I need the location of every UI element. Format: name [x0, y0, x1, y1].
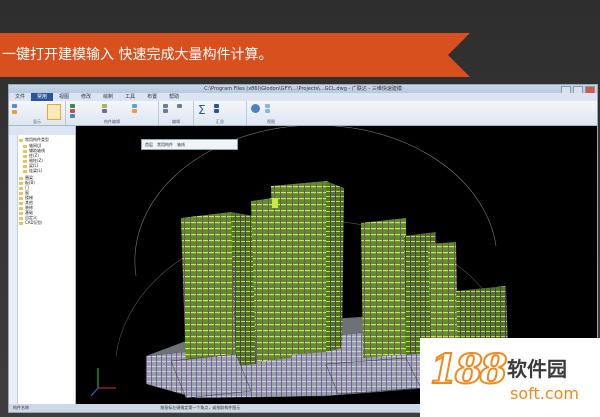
low-block — [325, 357, 422, 395]
break-icon[interactable] — [177, 104, 182, 108]
grid-icon[interactable] — [12, 110, 17, 114]
tower-a — [181, 212, 236, 372]
delete-icon[interactable] — [70, 109, 75, 113]
component-select[interactable]: 轴线 — [177, 140, 185, 149]
report-icon[interactable] — [214, 109, 219, 113]
floor-select[interactable]: 首层 — [145, 140, 153, 149]
menu-help[interactable]: 帮助 — [163, 93, 185, 101]
panel-tabs — [9, 126, 75, 135]
status-label: 构件名称 — [13, 405, 29, 410]
move-icon[interactable] — [70, 114, 75, 118]
folder-icon — [19, 221, 23, 225]
tower-c — [271, 181, 326, 356]
tower-d — [361, 218, 408, 358]
select-button[interactable] — [47, 104, 61, 120]
trim-icon[interactable] — [163, 104, 168, 108]
ribbon: 显示 构件编辑 编辑 Σ 汇总 视图 — [9, 101, 597, 126]
ribbon-group-view: 视图 — [247, 101, 295, 125]
rotate-icon[interactable] — [102, 109, 107, 113]
offset-icon[interactable] — [132, 109, 137, 113]
ribbon-group-label: 构件编辑 — [104, 119, 120, 124]
tower-c-side — [326, 181, 344, 352]
svg-text:Σ: Σ — [198, 103, 206, 117]
folder-icon — [19, 138, 23, 142]
ribbon-group-label: 编辑 — [172, 119, 180, 124]
layer-icon[interactable] — [12, 104, 17, 108]
menu-file[interactable]: 文件 — [9, 93, 31, 101]
status-hint: 按鼠标左键指定第一个角点，或拾取构件图元 — [160, 405, 241, 410]
menu-layout[interactable]: 布置 — [141, 93, 163, 101]
axis-z — [90, 387, 99, 397]
menu-view[interactable]: 视图 — [53, 93, 75, 101]
ribbon-group-label: 显示 — [33, 119, 41, 124]
panel-side-strip — [9, 135, 18, 404]
3d-view-icon[interactable] — [251, 104, 260, 113]
extend-icon[interactable] — [163, 109, 168, 113]
ribbon-group-label: 汇总 — [216, 119, 224, 124]
logo-number: 188 — [429, 345, 508, 394]
menu-tools[interactable]: 工具 — [119, 93, 141, 101]
calculate-icon[interactable] — [214, 104, 219, 108]
menu-modify[interactable]: 修改 — [75, 93, 97, 101]
tower-f — [428, 242, 458, 352]
floating-toolbar: 首层 常用构件 轴线 — [141, 139, 238, 150]
ribbon-group-edit: 编辑 — [159, 101, 194, 125]
component-tree-panel: 常用构件类型 轴网(J) 辅助轴线 柱(Z) 暗柱(Z) 梁(L) 连梁(L) … — [9, 126, 76, 404]
menu-bar: 文件 常用 视图 修改 绘制 工具 布置 帮助 — [9, 93, 597, 101]
sigma-icon[interactable]: Σ — [197, 103, 209, 117]
component-type-select[interactable]: 常用构件 — [157, 140, 173, 149]
copy-icon[interactable] — [70, 104, 75, 108]
align-icon[interactable] — [132, 104, 137, 108]
tree-item[interactable]: 连梁(L) — [23, 168, 42, 174]
pan-icon[interactable] — [265, 109, 270, 113]
window-title: C:\Program Files (x86)\Glodon\GFY\...\Pr… — [9, 85, 597, 93]
zoom-icon[interactable] — [265, 104, 270, 108]
ribbon-group-summary: Σ 汇总 — [194, 101, 247, 125]
tree-item[interactable]: CAD识别 — [19, 220, 42, 226]
roof-structure — [272, 198, 278, 208]
banner-title: 一键打开建模输入 快速完成大量构件计算。 — [2, 47, 273, 63]
ribbon-group-display: 显示 — [9, 101, 66, 125]
ribbon-group-component-edit: 构件编辑 — [66, 101, 159, 125]
logo-url: soft.com — [510, 384, 580, 403]
menu-draw[interactable]: 绘制 — [97, 93, 119, 101]
menu-common[interactable]: 常用 — [31, 93, 54, 101]
folder-icon — [23, 169, 27, 173]
ribbon-group-label: 视图 — [267, 119, 275, 124]
logo-brand: 软件园 — [507, 357, 567, 381]
mirror-icon[interactable] — [102, 104, 107, 108]
